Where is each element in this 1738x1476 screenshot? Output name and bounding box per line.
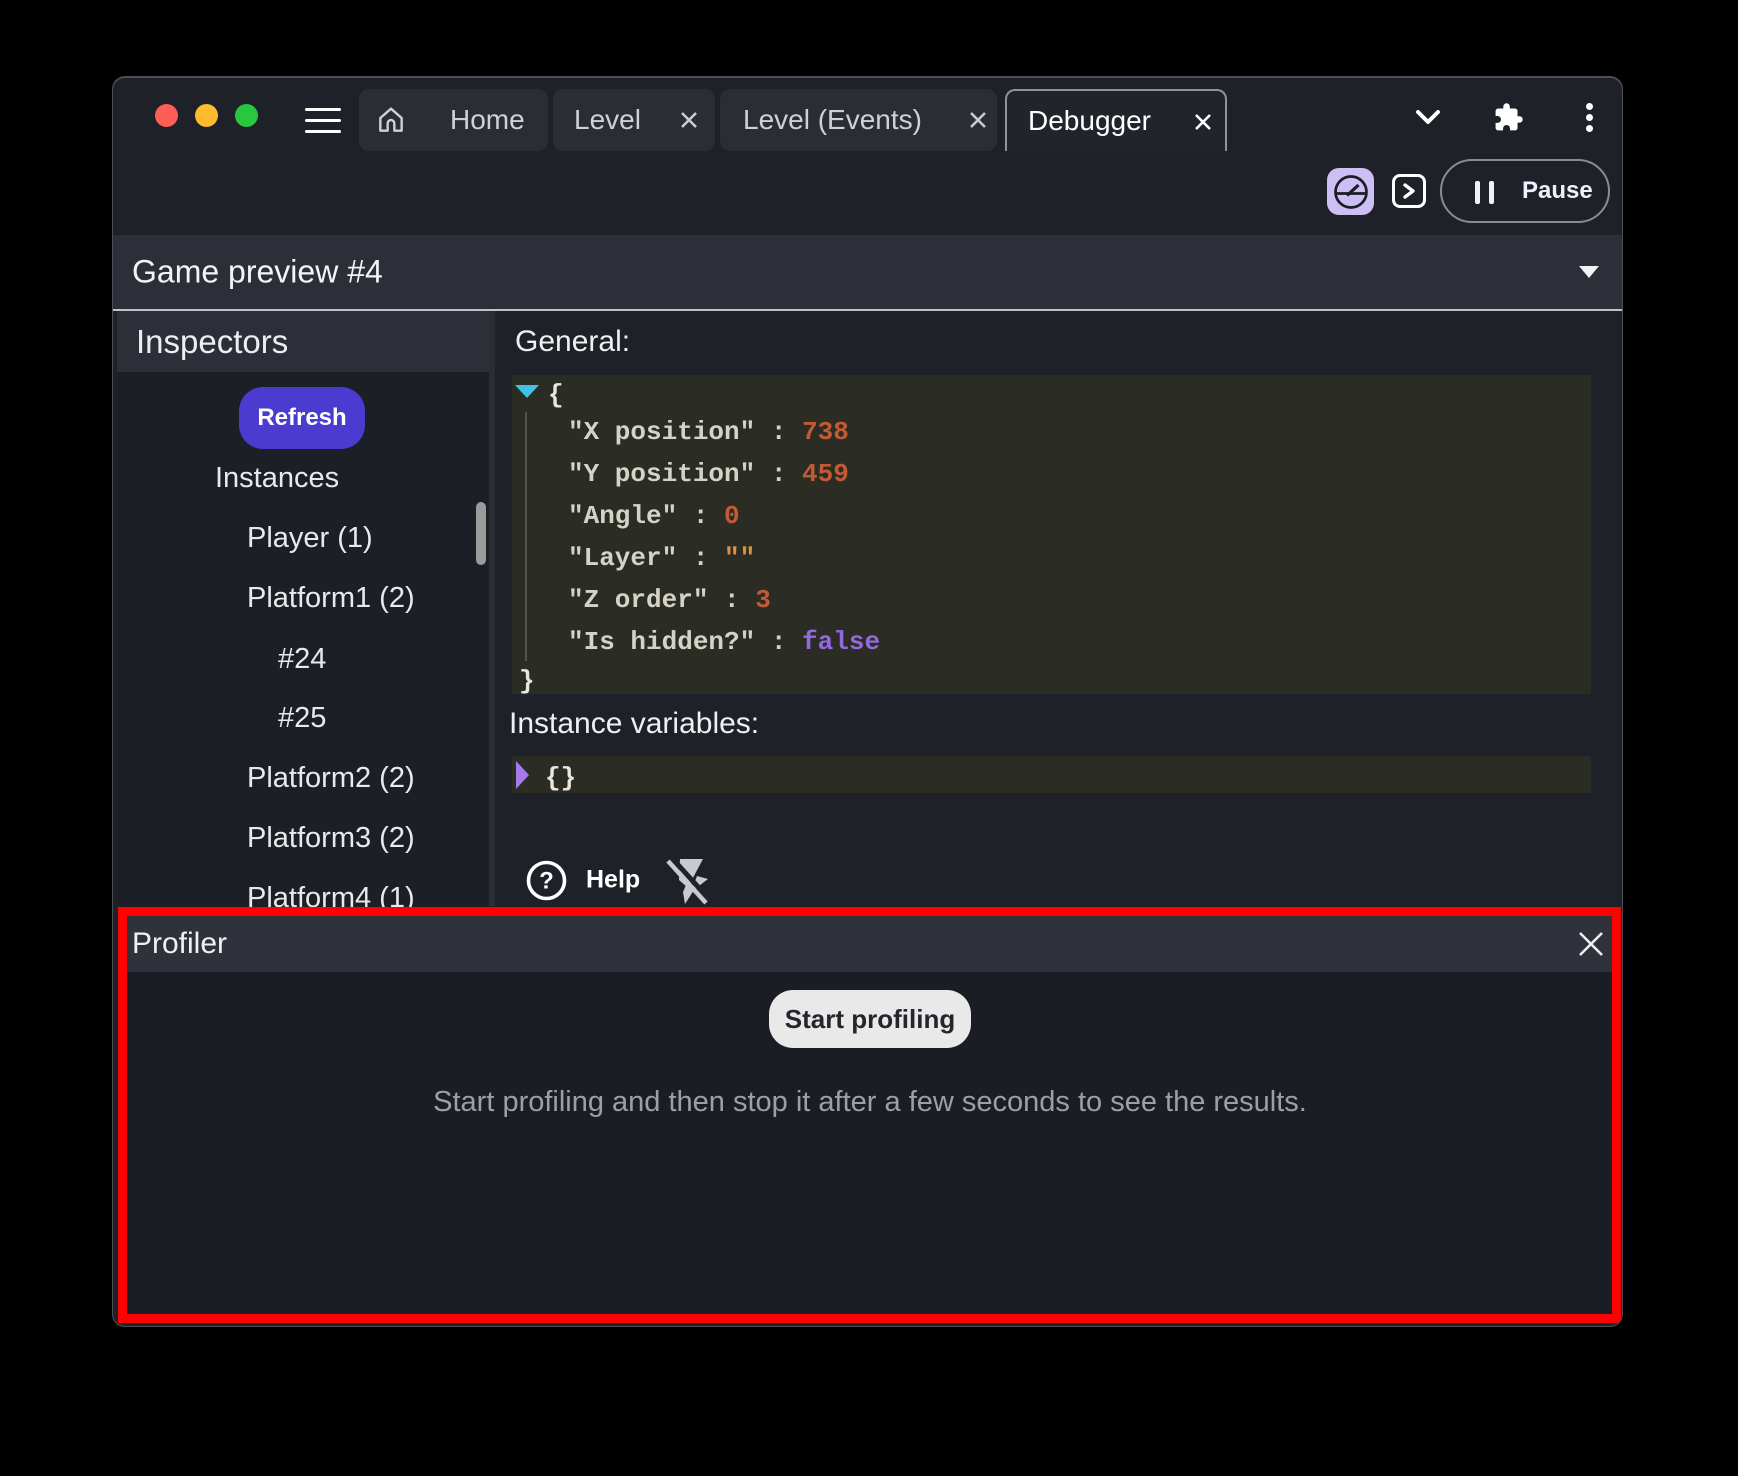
svg-text:?: ? (539, 868, 554, 895)
